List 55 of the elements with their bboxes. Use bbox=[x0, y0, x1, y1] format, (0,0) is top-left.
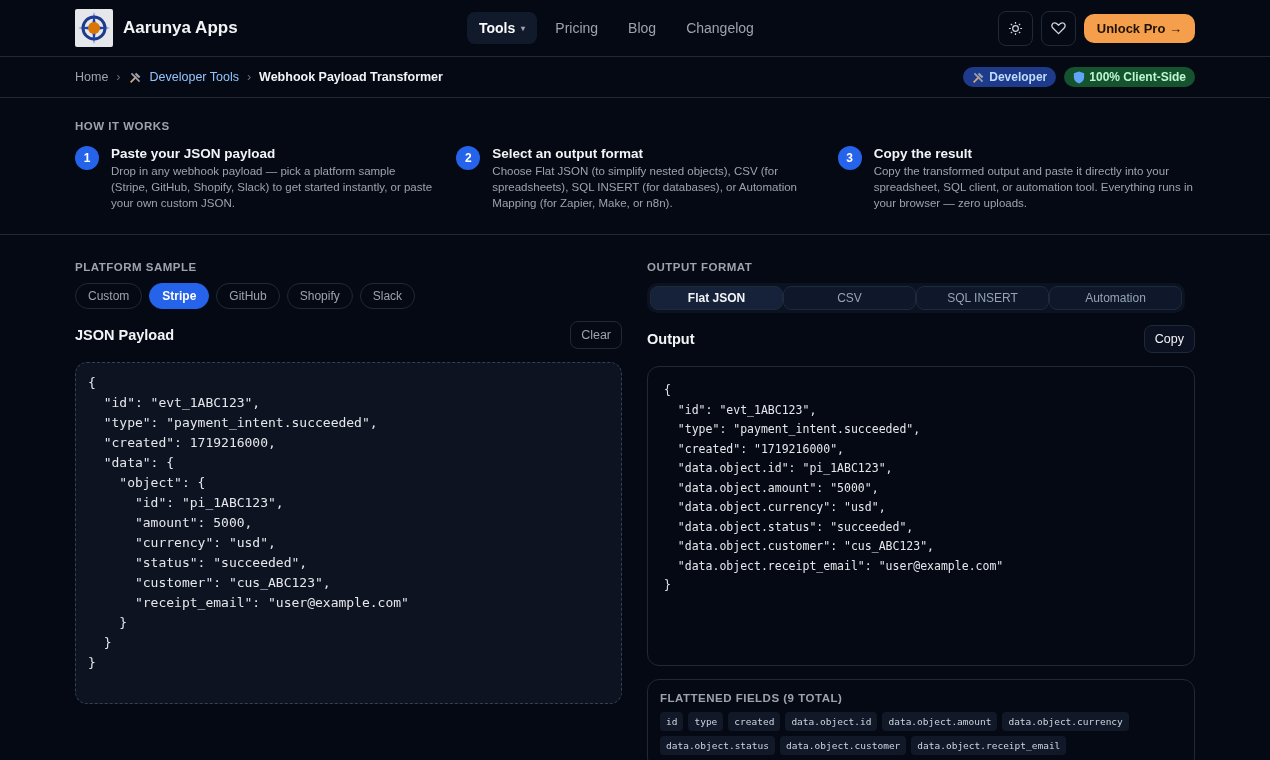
panel-title: Output bbox=[647, 331, 695, 347]
field-tag: data.object.customer bbox=[779, 736, 907, 755]
step-description: Choose Flat JSON (to simplify nested objects), CSV (for spreadsheets), SQL INSERT (for databases), or Automation Mapping (for Zapier, Make, or n8n). bbox=[492, 164, 799, 211]
step-title: Paste your JSON payload bbox=[111, 146, 277, 161]
field-tag: created bbox=[728, 712, 781, 731]
step-title: Select an output format bbox=[492, 146, 645, 161]
field-tag: data.object.currency bbox=[1002, 712, 1129, 731]
caret-icon: ▾ bbox=[521, 23, 526, 33]
step-title: Copy the result bbox=[873, 146, 973, 161]
field-tag: data.object.status bbox=[660, 736, 775, 755]
logo-icon[interactable] bbox=[75, 9, 113, 47]
favorite-button[interactable] bbox=[1040, 10, 1076, 46]
section-label: PLATFORM SAMPLE bbox=[75, 261, 198, 273]
nav-link[interactable]: Changelog bbox=[674, 12, 766, 44]
field-tag: id bbox=[660, 712, 684, 731]
theme-button[interactable] bbox=[997, 10, 1033, 46]
step-number: 3 bbox=[837, 146, 862, 170]
badge-label: Developer bbox=[989, 70, 1048, 84]
format-tab[interactable]: CSV bbox=[783, 286, 916, 310]
format-tab[interactable]: SQL INSERT bbox=[916, 286, 1049, 310]
heart-icon bbox=[1050, 21, 1066, 35]
tools-icon bbox=[972, 70, 986, 84]
json-input-field[interactable]: { "id": "evt_1ABC123", "type": "payment_intent.succeeded", "created": 1719216000, "data": { "object": { "id": "pi_1ABC123", "amount": 5000, "currency": "usd", "status": "succeeded", "customer": "cus_ABC123", "receipt_email": "user@example.com" } } } bbox=[75, 362, 622, 704]
output-code: { "id": "evt_1ABC123", "type": "payment_intent.succeeded", "created": "1719216000", "data.object.id": "pi_1ABC123", "data.object.amount": "5000", "data.object.currency": "usd", "data.object.status": "succeeded", "data.object.customer": "cus_ABC123", "data.object.receipt_email": "user@example.com" } bbox=[647, 366, 1195, 666]
format-tab[interactable]: Flat JSON bbox=[650, 286, 783, 310]
field-tag: data.object.amount bbox=[882, 712, 998, 731]
nav-link[interactable]: Blog bbox=[616, 12, 669, 44]
breadcrumb-separator: › bbox=[246, 70, 252, 84]
current-page-title: Webhook Payload Transformer bbox=[259, 70, 443, 84]
step-number: 2 bbox=[456, 146, 481, 170]
field-tag: type bbox=[688, 712, 724, 731]
section-label: HOW IT WORKS bbox=[75, 120, 171, 132]
step-description: Copy the transformed output and paste it directly into your spreadsheet, SQL client, or automation tool. Everything runs in your browser — zero uploads. bbox=[873, 164, 1194, 211]
platform-pill[interactable]: Stripe bbox=[149, 283, 210, 309]
step-description: Drop in any webhook payload — pick a platform sample (Stripe, GitHub, Shopify, Slack) to get started instantly, or paste your own custom JSON. bbox=[111, 164, 433, 211]
nav-link[interactable]: Pricing bbox=[543, 12, 611, 44]
sun-icon bbox=[1007, 20, 1023, 36]
section-label: FLATTENED FIELDS (9 TOTAL) bbox=[660, 692, 844, 704]
nav-link[interactable]: Tools ▾ bbox=[467, 12, 538, 44]
section-label: OUTPUT FORMAT bbox=[647, 261, 754, 273]
shield-icon bbox=[1073, 70, 1086, 84]
clear-button[interactable]: Clear bbox=[570, 321, 622, 349]
badge-label: 100% Client-Side bbox=[1089, 70, 1186, 84]
field-tag: data.object.receipt_email bbox=[911, 736, 1067, 755]
unlock-pro-button[interactable]: Unlock Pro → bbox=[1083, 13, 1195, 43]
tools-icon bbox=[128, 70, 142, 84]
brand-name[interactable]: Aarunya Apps bbox=[123, 18, 238, 38]
format-tab[interactable]: Automation bbox=[1049, 286, 1182, 310]
copy-button[interactable]: Copy bbox=[1143, 325, 1195, 353]
breadcrumb-link[interactable]: Home bbox=[75, 70, 109, 84]
panel-title: JSON Payload bbox=[75, 327, 175, 343]
field-tag: data.object.id bbox=[785, 712, 878, 731]
step-number: 1 bbox=[75, 146, 99, 170]
breadcrumb-separator: › bbox=[116, 70, 121, 84]
breadcrumb-link[interactable]: Developer Tools bbox=[149, 70, 239, 84]
